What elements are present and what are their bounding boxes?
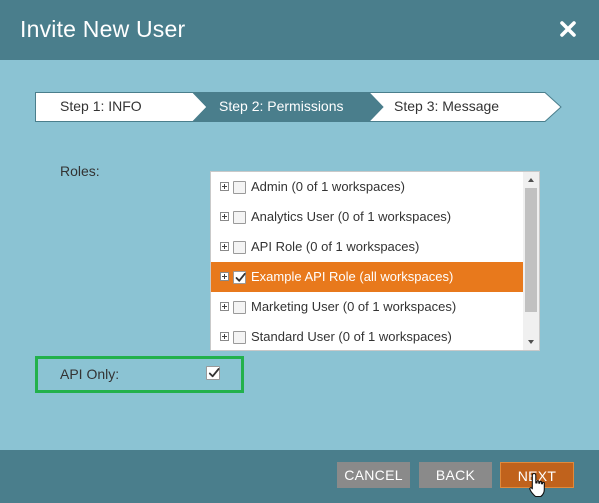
roles-list: Admin (0 of 1 workspaces) Analytics User… [211, 172, 524, 350]
expand-icon[interactable] [220, 332, 229, 341]
role-label: Example API Role (all workspaces) [251, 269, 454, 284]
role-item-example-api-role[interactable]: Example API Role (all workspaces) [211, 262, 524, 292]
dialog-title-bar: Invite New User [0, 0, 599, 60]
expand-icon[interactable] [220, 182, 229, 191]
role-checkbox[interactable] [233, 241, 246, 254]
step-message[interactable]: Step 3: Message [394, 98, 499, 114]
role-label: Admin (0 of 1 workspaces) [251, 179, 405, 194]
role-item-admin[interactable]: Admin (0 of 1 workspaces) [211, 172, 524, 202]
back-button[interactable]: BACK [419, 462, 492, 488]
roles-listbox[interactable]: Admin (0 of 1 workspaces) Analytics User… [210, 171, 540, 351]
hand-cursor-icon [528, 472, 548, 498]
expand-icon[interactable] [220, 242, 229, 251]
role-checkbox[interactable] [233, 331, 246, 344]
scroll-thumb[interactable] [525, 188, 537, 312]
wizard-steps: Step 1: INFO Step 2: Permissions Step 3:… [35, 92, 565, 122]
api-only-label: API Only: [60, 366, 120, 382]
roles-label: Roles: [60, 163, 100, 179]
role-label: Standard User (0 of 1 workspaces) [251, 329, 452, 344]
scroll-down-arrow-icon[interactable] [523, 334, 539, 350]
role-item-marketing-user[interactable]: Marketing User (0 of 1 workspaces) [211, 292, 524, 322]
checkmark-icon [235, 272, 246, 282]
role-label: API Role (0 of 1 workspaces) [251, 239, 420, 254]
dialog-title: Invite New User [20, 16, 186, 42]
role-checkbox-checked[interactable] [233, 271, 246, 284]
roles-scrollbar[interactable] [523, 172, 539, 350]
role-item-standard-user[interactable]: Standard User (0 of 1 workspaces) [211, 322, 524, 350]
role-item-api-role[interactable]: API Role (0 of 1 workspaces) [211, 232, 524, 262]
role-checkbox[interactable] [233, 181, 246, 194]
cancel-button[interactable]: CANCEL [337, 462, 410, 488]
step-permissions[interactable]: Step 2: Permissions [219, 98, 344, 114]
role-label: Marketing User (0 of 1 workspaces) [251, 299, 457, 314]
close-icon[interactable] [557, 18, 579, 40]
expand-icon[interactable] [220, 212, 229, 221]
checkmark-icon [208, 368, 220, 378]
step-info[interactable]: Step 1: INFO [60, 98, 142, 114]
role-label: Analytics User (0 of 1 workspaces) [251, 209, 452, 224]
scroll-up-arrow-icon[interactable] [523, 172, 539, 188]
expand-icon[interactable] [220, 302, 229, 311]
role-item-analytics-user[interactable]: Analytics User (0 of 1 workspaces) [211, 202, 524, 232]
role-checkbox[interactable] [233, 301, 246, 314]
role-checkbox[interactable] [233, 211, 246, 224]
api-only-checkbox[interactable] [206, 366, 220, 380]
invite-user-dialog: Invite New User Step 1: INFO Step 2: Per… [0, 0, 599, 503]
expand-icon[interactable] [220, 272, 229, 281]
